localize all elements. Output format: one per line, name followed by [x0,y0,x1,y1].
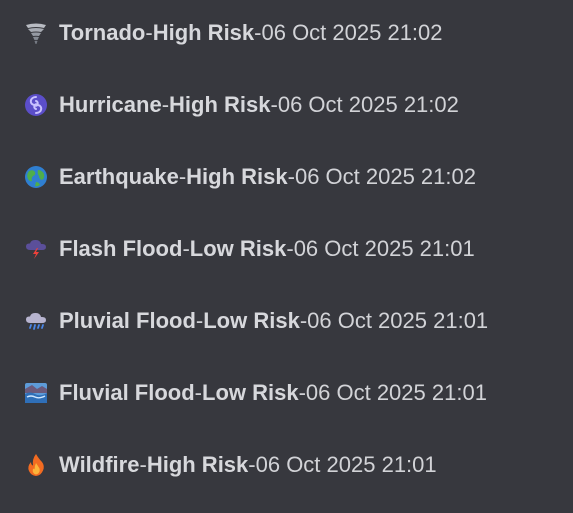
rain-cloud-icon [24,309,48,333]
separator: - [145,20,153,45]
alert-timestamp: 06 Oct 2025 21:01 [307,308,489,333]
alert-name: Hurricane [59,92,162,117]
separator: - [194,380,202,405]
alert-timestamp: 06 Oct 2025 21:01 [305,380,487,405]
alert-item-tornado: Tornado - High Risk - 06 Oct 2025 21:02 [24,18,443,48]
river-wave-icon [24,381,48,405]
separator: - [287,164,295,189]
risk-level: High Risk [146,452,249,477]
separator: - [248,452,256,477]
alert-item-pluvial-flood: Pluvial Flood - Low Risk - 06 Oct 2025 2… [24,306,488,336]
fire-icon [24,453,48,477]
separator: - [178,164,187,189]
alert-timestamp: 06 Oct 2025 21:02 [294,164,476,189]
alert-item-fluvial-flood: Fluvial Flood - Low Risk - 06 Oct 2025 2… [24,378,487,408]
risk-level: Low Risk [189,236,287,261]
separator: - [161,92,170,117]
separator: - [270,92,278,117]
separator: - [182,236,190,261]
alert-name: Wildfire [59,452,140,477]
risk-level: High Risk [186,164,288,189]
alert-item-earthquake: Earthquake - High Risk - 06 Oct 2025 21:… [24,162,476,192]
risk-level: High Risk [152,20,255,45]
separator: - [299,308,308,333]
storm-lightning-icon [24,237,48,261]
alert-name: Pluvial Flood [59,308,196,333]
separator: - [139,452,147,477]
alert-timestamp: 06 Oct 2025 21:02 [277,92,459,117]
separator: - [298,380,306,405]
separator: - [195,308,204,333]
risk-level: High Risk [169,92,271,117]
alert-list: Tornado - High Risk - 06 Oct 2025 21:02 … [0,0,573,513]
alert-item-flash-flood: Flash Flood - Low Risk - 06 Oct 2025 21:… [24,234,475,264]
alert-name: Tornado [59,20,146,45]
alert-timestamp: 06 Oct 2025 21:01 [293,236,475,261]
alert-name: Earthquake [59,164,179,189]
alert-item-hurricane: Hurricane - High Risk - 06 Oct 2025 21:0… [24,90,459,120]
separator: - [286,236,294,261]
hurricane-icon [24,93,48,117]
alert-name: Fluvial Flood [59,380,195,405]
alert-name: Flash Flood [59,236,183,261]
globe-icon [24,165,48,189]
separator: - [254,20,262,45]
alert-timestamp: 06 Oct 2025 21:01 [255,452,437,477]
risk-level: Low Risk [202,380,299,405]
alert-timestamp: 06 Oct 2025 21:02 [261,20,443,45]
alert-item-wildfire: Wildfire - High Risk - 06 Oct 2025 21:01 [24,450,437,480]
risk-level: Low Risk [203,308,300,333]
tornado-icon [24,21,48,45]
